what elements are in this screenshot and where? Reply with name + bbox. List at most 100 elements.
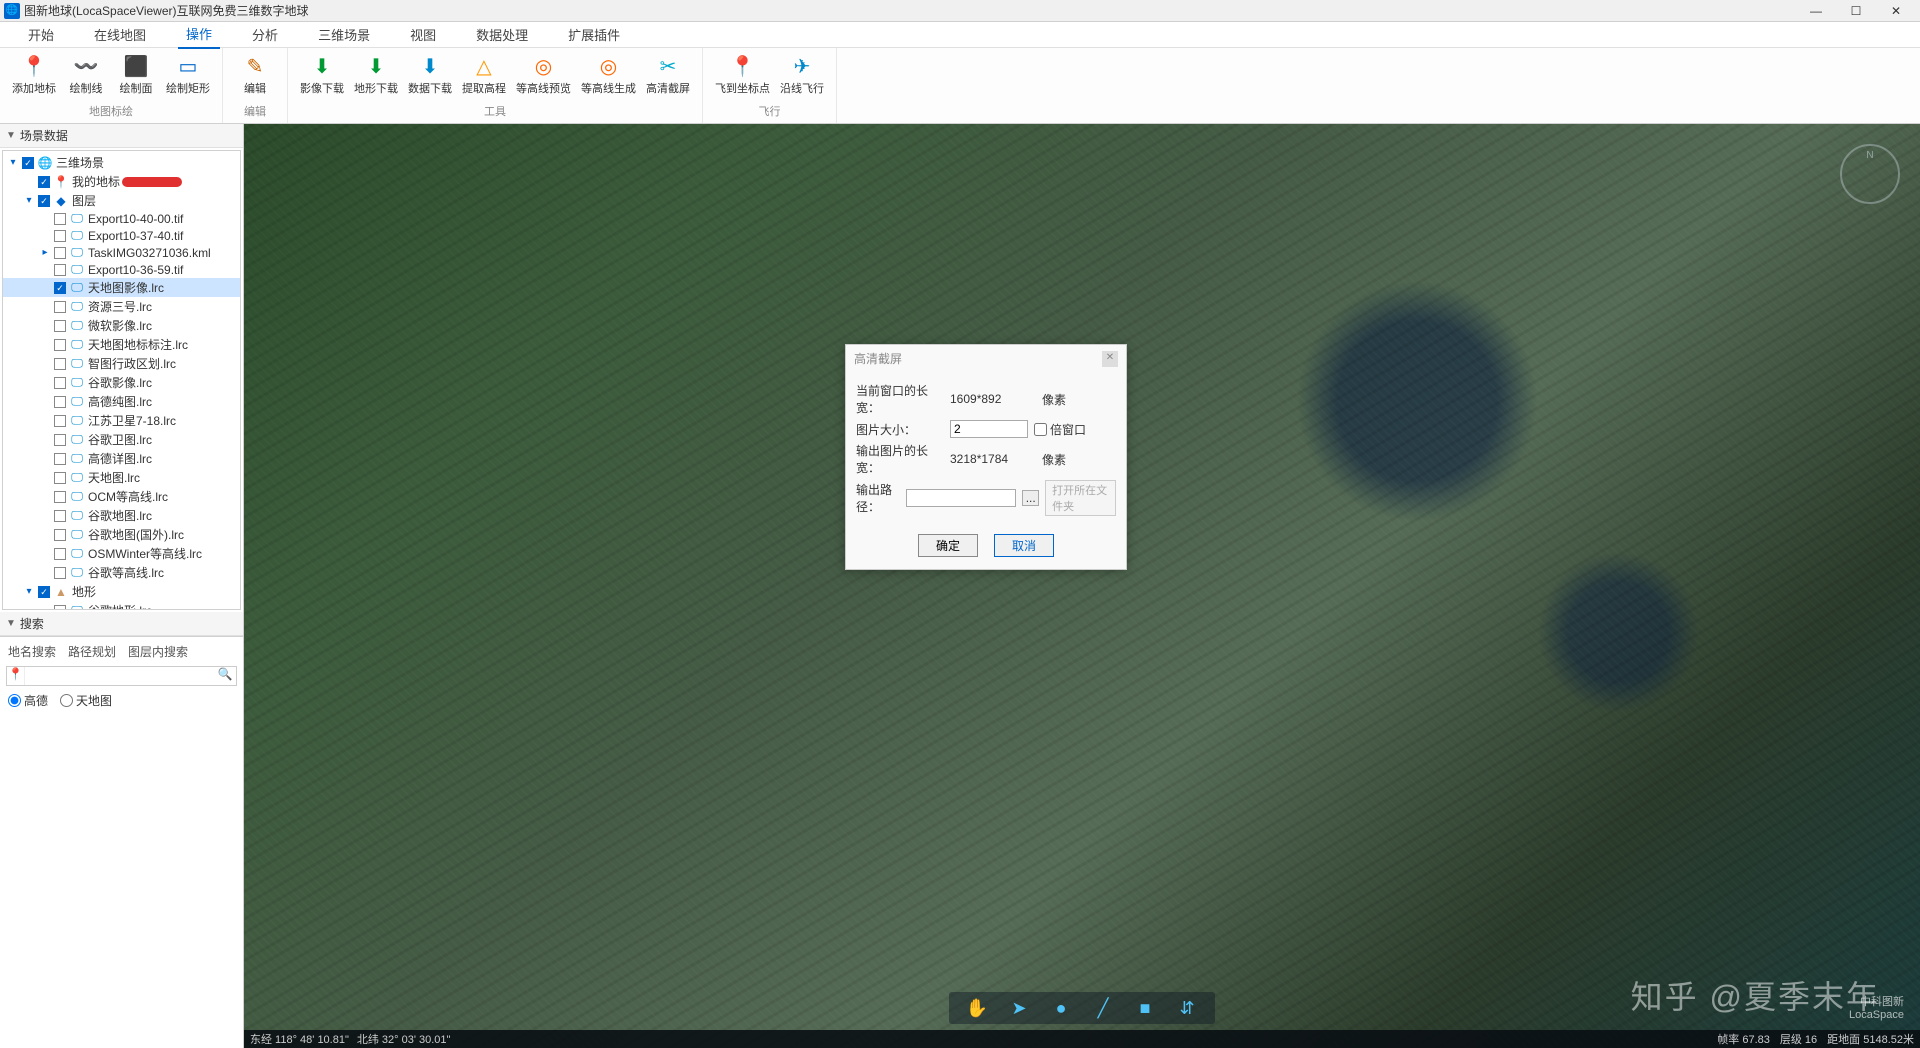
maximize-button[interactable]: ☐ bbox=[1836, 0, 1876, 22]
layer-checkbox[interactable] bbox=[54, 247, 66, 259]
layer-checkbox[interactable] bbox=[54, 282, 66, 294]
tree-node[interactable]: ▾▲地形 bbox=[3, 582, 240, 601]
search-input[interactable] bbox=[25, 667, 214, 685]
line-icon[interactable]: ╱ bbox=[1091, 996, 1115, 1020]
layer-checkbox[interactable] bbox=[54, 213, 66, 225]
expand-icon[interactable]: ▸ bbox=[39, 247, 51, 258]
search-tab-2[interactable]: 图层内搜索 bbox=[128, 643, 188, 660]
tree-node[interactable]: 🖵天地图地标标注.lrc bbox=[3, 335, 240, 354]
scene-data-header[interactable]: ▼ 场景数据 bbox=[0, 124, 243, 148]
tree-node[interactable]: 🖵天地图影像.lrc bbox=[3, 278, 240, 297]
ribbon-高清截屏[interactable]: ✂高清截屏 bbox=[642, 50, 694, 101]
ribbon-等高线生成[interactable]: ◎等高线生成 bbox=[577, 50, 640, 101]
tree-node[interactable]: 📍我的地标 bbox=[3, 172, 240, 191]
ribbon-提取高程[interactable]: △提取高程 bbox=[458, 50, 510, 101]
location-icon[interactable]: 📍 bbox=[7, 667, 25, 685]
layer-checkbox[interactable] bbox=[54, 434, 66, 446]
layer-checkbox[interactable] bbox=[54, 415, 66, 427]
ribbon-影像下载[interactable]: ⬇影像下载 bbox=[296, 50, 348, 101]
tree-node[interactable]: 🖵高德详图.lrc bbox=[3, 449, 240, 468]
tree-node[interactable]: ▾🌐三维场景 bbox=[3, 153, 240, 172]
menu-tab-7[interactable]: 扩展插件 bbox=[560, 21, 628, 48]
tree-node[interactable]: ▸🖵TaskIMG03271036.kml bbox=[3, 244, 240, 261]
tree-node[interactable]: 🖵谷歌地图.lrc bbox=[3, 506, 240, 525]
menu-tab-1[interactable]: 在线地图 bbox=[86, 21, 154, 48]
layer-checkbox[interactable] bbox=[54, 605, 66, 611]
expand-icon[interactable]: ▾ bbox=[7, 157, 19, 168]
expand-icon[interactable]: ▾ bbox=[23, 586, 35, 597]
ribbon-沿线飞行[interactable]: ✈沿线飞行 bbox=[776, 50, 828, 101]
dialog-close-button[interactable]: ✕ bbox=[1102, 351, 1118, 367]
tree-node[interactable]: 🖵Export10-40-00.tif bbox=[3, 210, 240, 227]
ribbon-绘制面[interactable]: ⬛绘制面 bbox=[112, 50, 160, 101]
layer-checkbox[interactable] bbox=[54, 358, 66, 370]
pan-icon[interactable]: ✋ bbox=[965, 996, 989, 1020]
point-icon[interactable]: ● bbox=[1049, 996, 1073, 1020]
provider-radio-0[interactable]: 高德 bbox=[8, 692, 48, 709]
tree-node[interactable]: 🖵资源三号.lrc bbox=[3, 297, 240, 316]
tree-node[interactable]: 🖵Export10-36-59.tif bbox=[3, 261, 240, 278]
search-icon[interactable]: 🔍 bbox=[214, 667, 236, 685]
open-folder-button[interactable]: 打开所在文件夹 bbox=[1045, 480, 1116, 516]
ok-button[interactable]: 确定 bbox=[918, 534, 978, 557]
browse-button[interactable]: ... bbox=[1022, 490, 1039, 506]
expand-icon[interactable]: ▾ bbox=[23, 195, 35, 206]
menu-tab-0[interactable]: 开始 bbox=[20, 21, 62, 48]
layer-checkbox[interactable] bbox=[38, 195, 50, 207]
ribbon-等高线预览[interactable]: ◎等高线预览 bbox=[512, 50, 575, 101]
minimize-button[interactable]: — bbox=[1796, 0, 1836, 22]
ribbon-绘制矩形[interactable]: ▭绘制矩形 bbox=[162, 50, 214, 101]
search-header[interactable]: ▼ 搜索 bbox=[0, 612, 243, 636]
layer-checkbox[interactable] bbox=[54, 548, 66, 560]
tree-node[interactable]: 🖵谷歌等高线.lrc bbox=[3, 563, 240, 582]
layer-checkbox[interactable] bbox=[54, 230, 66, 242]
output-path-input[interactable] bbox=[906, 489, 1016, 507]
tree-node[interactable]: 🖵天地图.lrc bbox=[3, 468, 240, 487]
layer-checkbox[interactable] bbox=[22, 157, 34, 169]
ribbon-编辑[interactable]: ✎编辑 bbox=[231, 50, 279, 101]
select-icon[interactable]: ➤ bbox=[1007, 996, 1031, 1020]
menu-tab-5[interactable]: 视图 bbox=[402, 21, 444, 48]
ribbon-地形下载[interactable]: ⬇地形下载 bbox=[350, 50, 402, 101]
layer-checkbox[interactable] bbox=[54, 301, 66, 313]
tree-node[interactable]: 🖵谷歌卫图.lrc bbox=[3, 430, 240, 449]
menu-tab-4[interactable]: 三维场景 bbox=[310, 21, 378, 48]
polygon-icon[interactable]: ■ bbox=[1133, 996, 1157, 1020]
layer-checkbox[interactable] bbox=[54, 453, 66, 465]
menu-tab-6[interactable]: 数据处理 bbox=[468, 21, 536, 48]
menu-tab-2[interactable]: 操作 bbox=[178, 20, 220, 49]
ribbon-飞到坐标点[interactable]: 📍飞到坐标点 bbox=[711, 50, 774, 101]
image-size-input[interactable] bbox=[950, 420, 1028, 438]
ribbon-添加地标[interactable]: 📍添加地标 bbox=[8, 50, 60, 101]
tree-node[interactable]: 🖵Export10-37-40.tif bbox=[3, 227, 240, 244]
layer-checkbox[interactable] bbox=[54, 529, 66, 541]
tree-node[interactable]: 🖵微软影像.lrc bbox=[3, 316, 240, 335]
layer-checkbox[interactable] bbox=[54, 264, 66, 276]
close-button[interactable]: ✕ bbox=[1876, 0, 1916, 22]
layer-checkbox[interactable] bbox=[54, 320, 66, 332]
layer-checkbox[interactable] bbox=[38, 586, 50, 598]
layer-checkbox[interactable] bbox=[54, 377, 66, 389]
times-window-checkbox[interactable]: 倍窗口 bbox=[1034, 421, 1086, 438]
tree-node[interactable]: 🖵高德纯图.lrc bbox=[3, 392, 240, 411]
layer-tree[interactable]: ▾🌐三维场景📍我的地标▾◆图层🖵Export10-40-00.tif🖵Expor… bbox=[2, 150, 241, 610]
tree-node[interactable]: 🖵OCM等高线.lrc bbox=[3, 487, 240, 506]
search-tab-1[interactable]: 路径规划 bbox=[68, 643, 116, 660]
compass-icon[interactable] bbox=[1840, 144, 1900, 204]
ribbon-绘制线[interactable]: 〰️绘制线 bbox=[62, 50, 110, 101]
tree-node[interactable]: 🖵谷歌影像.lrc bbox=[3, 373, 240, 392]
tree-node[interactable]: 🖵谷歌地图(国外).lrc bbox=[3, 525, 240, 544]
menu-tab-3[interactable]: 分析 bbox=[244, 21, 286, 48]
tree-node[interactable]: 🖵谷歌地形.lrc bbox=[3, 601, 240, 610]
layer-checkbox[interactable] bbox=[54, 510, 66, 522]
layer-checkbox[interactable] bbox=[38, 176, 50, 188]
layer-checkbox[interactable] bbox=[54, 339, 66, 351]
layer-checkbox[interactable] bbox=[54, 567, 66, 579]
provider-radio-1[interactable]: 天地图 bbox=[60, 692, 112, 709]
tree-node[interactable]: 🖵江苏卫星7-18.lrc bbox=[3, 411, 240, 430]
layer-checkbox[interactable] bbox=[54, 472, 66, 484]
layer-checkbox[interactable] bbox=[54, 491, 66, 503]
ribbon-数据下载[interactable]: ⬇数据下载 bbox=[404, 50, 456, 101]
tree-node[interactable]: ▾◆图层 bbox=[3, 191, 240, 210]
map-viewport[interactable]: 高清截屏 ✕ 当前窗口的长宽： 1609*892 像素 图片大小： 倍窗口 输出… bbox=[244, 124, 1920, 1048]
